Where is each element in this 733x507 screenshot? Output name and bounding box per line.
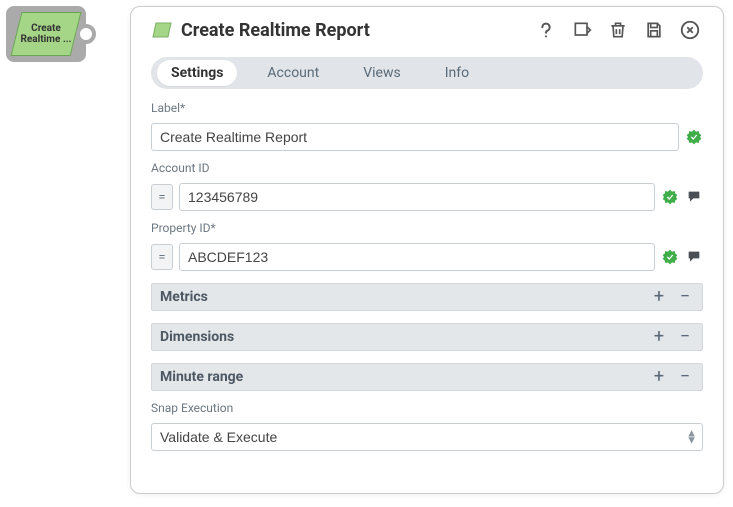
label-input[interactable] (151, 123, 679, 151)
section-actions: + − (650, 328, 694, 346)
snap-icon (151, 19, 173, 41)
add-icon[interactable]: + (650, 368, 668, 386)
account-id-input[interactable] (179, 183, 655, 211)
workflow-node[interactable]: Create Realtime ... (6, 6, 104, 66)
property-id-row: = (151, 243, 703, 271)
tab-info[interactable]: Info (431, 60, 483, 86)
header-actions (533, 17, 703, 43)
valid-icon (661, 248, 679, 266)
add-icon[interactable]: + (650, 328, 668, 346)
valid-icon (685, 128, 703, 146)
suggestion-icon[interactable] (685, 188, 703, 206)
tab-views[interactable]: Views (349, 60, 415, 86)
tab-account[interactable]: Account (253, 60, 333, 86)
panel-header: Create Realtime Report (151, 17, 703, 43)
expression-toggle[interactable]: = (151, 184, 173, 210)
metrics-section[interactable]: Metrics + − (151, 283, 703, 311)
help-icon[interactable] (533, 17, 559, 43)
property-id-label: Property ID* (151, 221, 703, 235)
account-id-label: Account ID (151, 161, 703, 175)
minute-range-section-title: Minute range (160, 369, 650, 385)
snap-execution-label: Snap Execution (151, 401, 703, 415)
add-icon[interactable]: + (650, 288, 668, 306)
save-icon[interactable] (641, 17, 667, 43)
property-id-input[interactable] (179, 243, 655, 271)
label-field-label: Label* (151, 101, 703, 115)
dimensions-section-title: Dimensions (160, 329, 650, 345)
section-actions: + − (650, 288, 694, 306)
minute-range-section[interactable]: Minute range + − (151, 363, 703, 391)
workflow-node-output-port[interactable] (76, 24, 96, 44)
dimensions-section[interactable]: Dimensions + − (151, 323, 703, 351)
settings-form: Label* Account ID = Property ID* = (151, 99, 703, 451)
remove-icon[interactable]: − (676, 328, 694, 346)
valid-icon (661, 188, 679, 206)
workflow-node-inner: Create Realtime ... (11, 12, 82, 56)
tab-settings[interactable]: Settings (157, 60, 237, 86)
remove-icon[interactable]: − (676, 368, 694, 386)
metrics-section-title: Metrics (160, 289, 650, 305)
remove-icon[interactable]: − (676, 288, 694, 306)
workflow-node-body: Create Realtime ... (6, 6, 86, 62)
expression-toggle[interactable]: = (151, 244, 173, 270)
delete-icon[interactable] (605, 17, 631, 43)
section-actions: + − (650, 368, 694, 386)
snap-execution-select[interactable] (151, 423, 703, 451)
snap-execution-select-wrap: ▲▼ (151, 423, 703, 451)
label-field-row (151, 123, 703, 151)
settings-panel: Create Realtime Report (130, 6, 724, 494)
close-icon[interactable] (677, 17, 703, 43)
account-id-row: = (151, 183, 703, 211)
tab-bar: Settings Account Views Info (151, 57, 703, 89)
panel-title: Create Realtime Report (181, 20, 525, 41)
suggestion-icon[interactable] (685, 248, 703, 266)
duplicate-icon[interactable] (569, 17, 595, 43)
workflow-node-label: Create Realtime ... (17, 23, 75, 45)
